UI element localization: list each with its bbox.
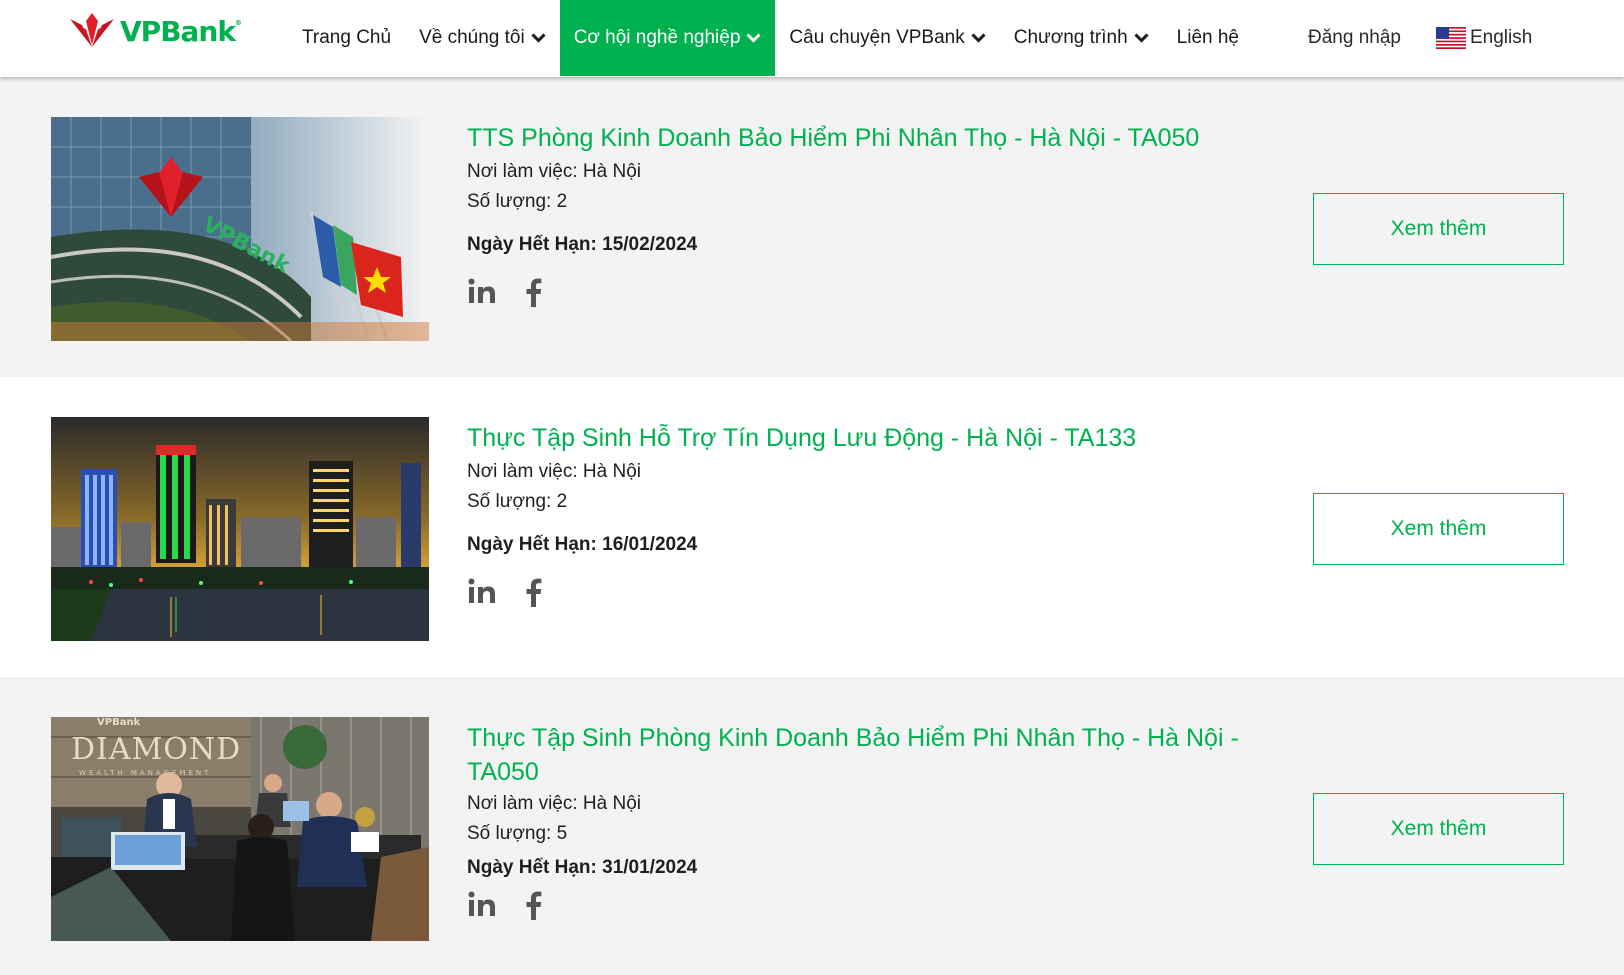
linkedin-icon[interactable] [466,889,498,921]
job-quantity: Số lượng: 2 [467,191,568,212]
linkedin-icon[interactable] [466,576,498,608]
job-image-building[interactable]: VPBank [51,117,429,341]
job-deadline: Ngày Hết Hạn: 15/02/2024 [467,234,698,255]
job-listing: VPBank TTS Phòng Kinh Doanh Bảo Hiểm Phi… [0,77,1624,377]
share-links [466,889,570,921]
view-more-button[interactable]: Xem thêm [1313,793,1564,865]
diamond-wealth-office-image: VPBank DIAMOND WEALTH MANAGEMENT [51,717,429,941]
nav-item-label: Câu chuyện VPBank [789,27,965,48]
nav-item-home[interactable]: Trang Chủ [288,0,405,76]
chevron-down-icon [746,33,761,43]
chevron-down-icon [971,33,986,43]
login-label: Đăng nhập [1308,27,1401,48]
nav-item-label: Liên hệ [1176,27,1239,48]
facebook-icon[interactable] [518,576,550,608]
facebook-icon[interactable] [518,889,550,921]
share-links [466,576,570,608]
logo-text: VPBank® [120,14,242,48]
share-links [466,276,570,308]
job-quantity: Số lượng: 2 [467,491,568,512]
language-label: English [1470,27,1533,48]
image-sub-text: WEALTH MANAGEMENT [79,769,211,777]
image-main-text: DIAMOND [71,732,241,767]
nav-item-contact[interactable]: Liên hệ [1163,0,1253,76]
chevron-down-icon [1134,33,1149,43]
nav-item-label: Về chúng tôi [419,27,525,48]
language-switcher[interactable]: English [1436,0,1532,76]
view-more-button[interactable]: Xem thêm [1313,493,1564,565]
vpbank-logo[interactable]: VPBank® [68,10,242,52]
job-image-city[interactable] [51,417,429,641]
nav-item-label: Cơ hội nghề nghiệp [573,27,741,48]
job-title[interactable]: Thực Tập Sinh Hỗ Trợ Tín Dụng Lưu Động -… [467,421,1257,455]
us-flag-icon [1436,27,1466,49]
site-header: VPBank® Trang Chủ Về chúng tôi Cơ hội ng… [0,0,1624,77]
job-listing: VPBank DIAMOND WEALTH MANAGEMENT Thực Tậ… [0,677,1624,975]
nav-item-label: Chương trình [1013,27,1128,48]
job-title[interactable]: TTS Phòng Kinh Doanh Bảo Hiểm Phi Nhân T… [467,121,1257,155]
nav-item-about[interactable]: Về chúng tôi [405,0,560,76]
view-more-button[interactable]: Xem thêm [1313,193,1564,265]
facebook-icon[interactable] [518,276,550,308]
job-location: Nơi làm việc: Hà Nội [467,793,641,814]
linkedin-icon[interactable] [466,276,498,308]
vpbank-building-flags-image: VPBank [51,117,429,341]
job-title[interactable]: Thực Tập Sinh Phòng Kinh Doanh Bảo Hiểm … [467,721,1257,789]
job-deadline: Ngày Hết Hạn: 16/01/2024 [467,534,698,555]
job-quantity: Số lượng: 5 [467,823,568,844]
nav-item-label: Trang Chủ [302,27,392,48]
hanoi-city-night-image [51,417,429,641]
job-listing: Thực Tập Sinh Hỗ Trợ Tín Dụng Lưu Động -… [0,377,1624,677]
job-deadline: Ngày Hết Hạn: 31/01/2024 [467,857,698,878]
main-nav: Trang Chủ Về chúng tôi Cơ hội nghề nghiệ… [288,0,1253,76]
login-link[interactable]: Đăng nhập [1308,0,1401,76]
nav-item-programs[interactable]: Chương trình [1000,0,1163,76]
image-brand-text: VPBank [97,717,141,728]
job-image-office[interactable]: VPBank DIAMOND WEALTH MANAGEMENT [51,717,429,941]
nav-item-stories[interactable]: Câu chuyện VPBank [775,0,999,76]
vpbank-logo-mark-icon [70,13,114,47]
job-location: Nơi làm việc: Hà Nội [467,461,641,482]
job-location: Nơi làm việc: Hà Nội [467,161,641,182]
chevron-down-icon [531,33,546,43]
nav-item-careers[interactable]: Cơ hội nghề nghiệp [559,0,776,76]
